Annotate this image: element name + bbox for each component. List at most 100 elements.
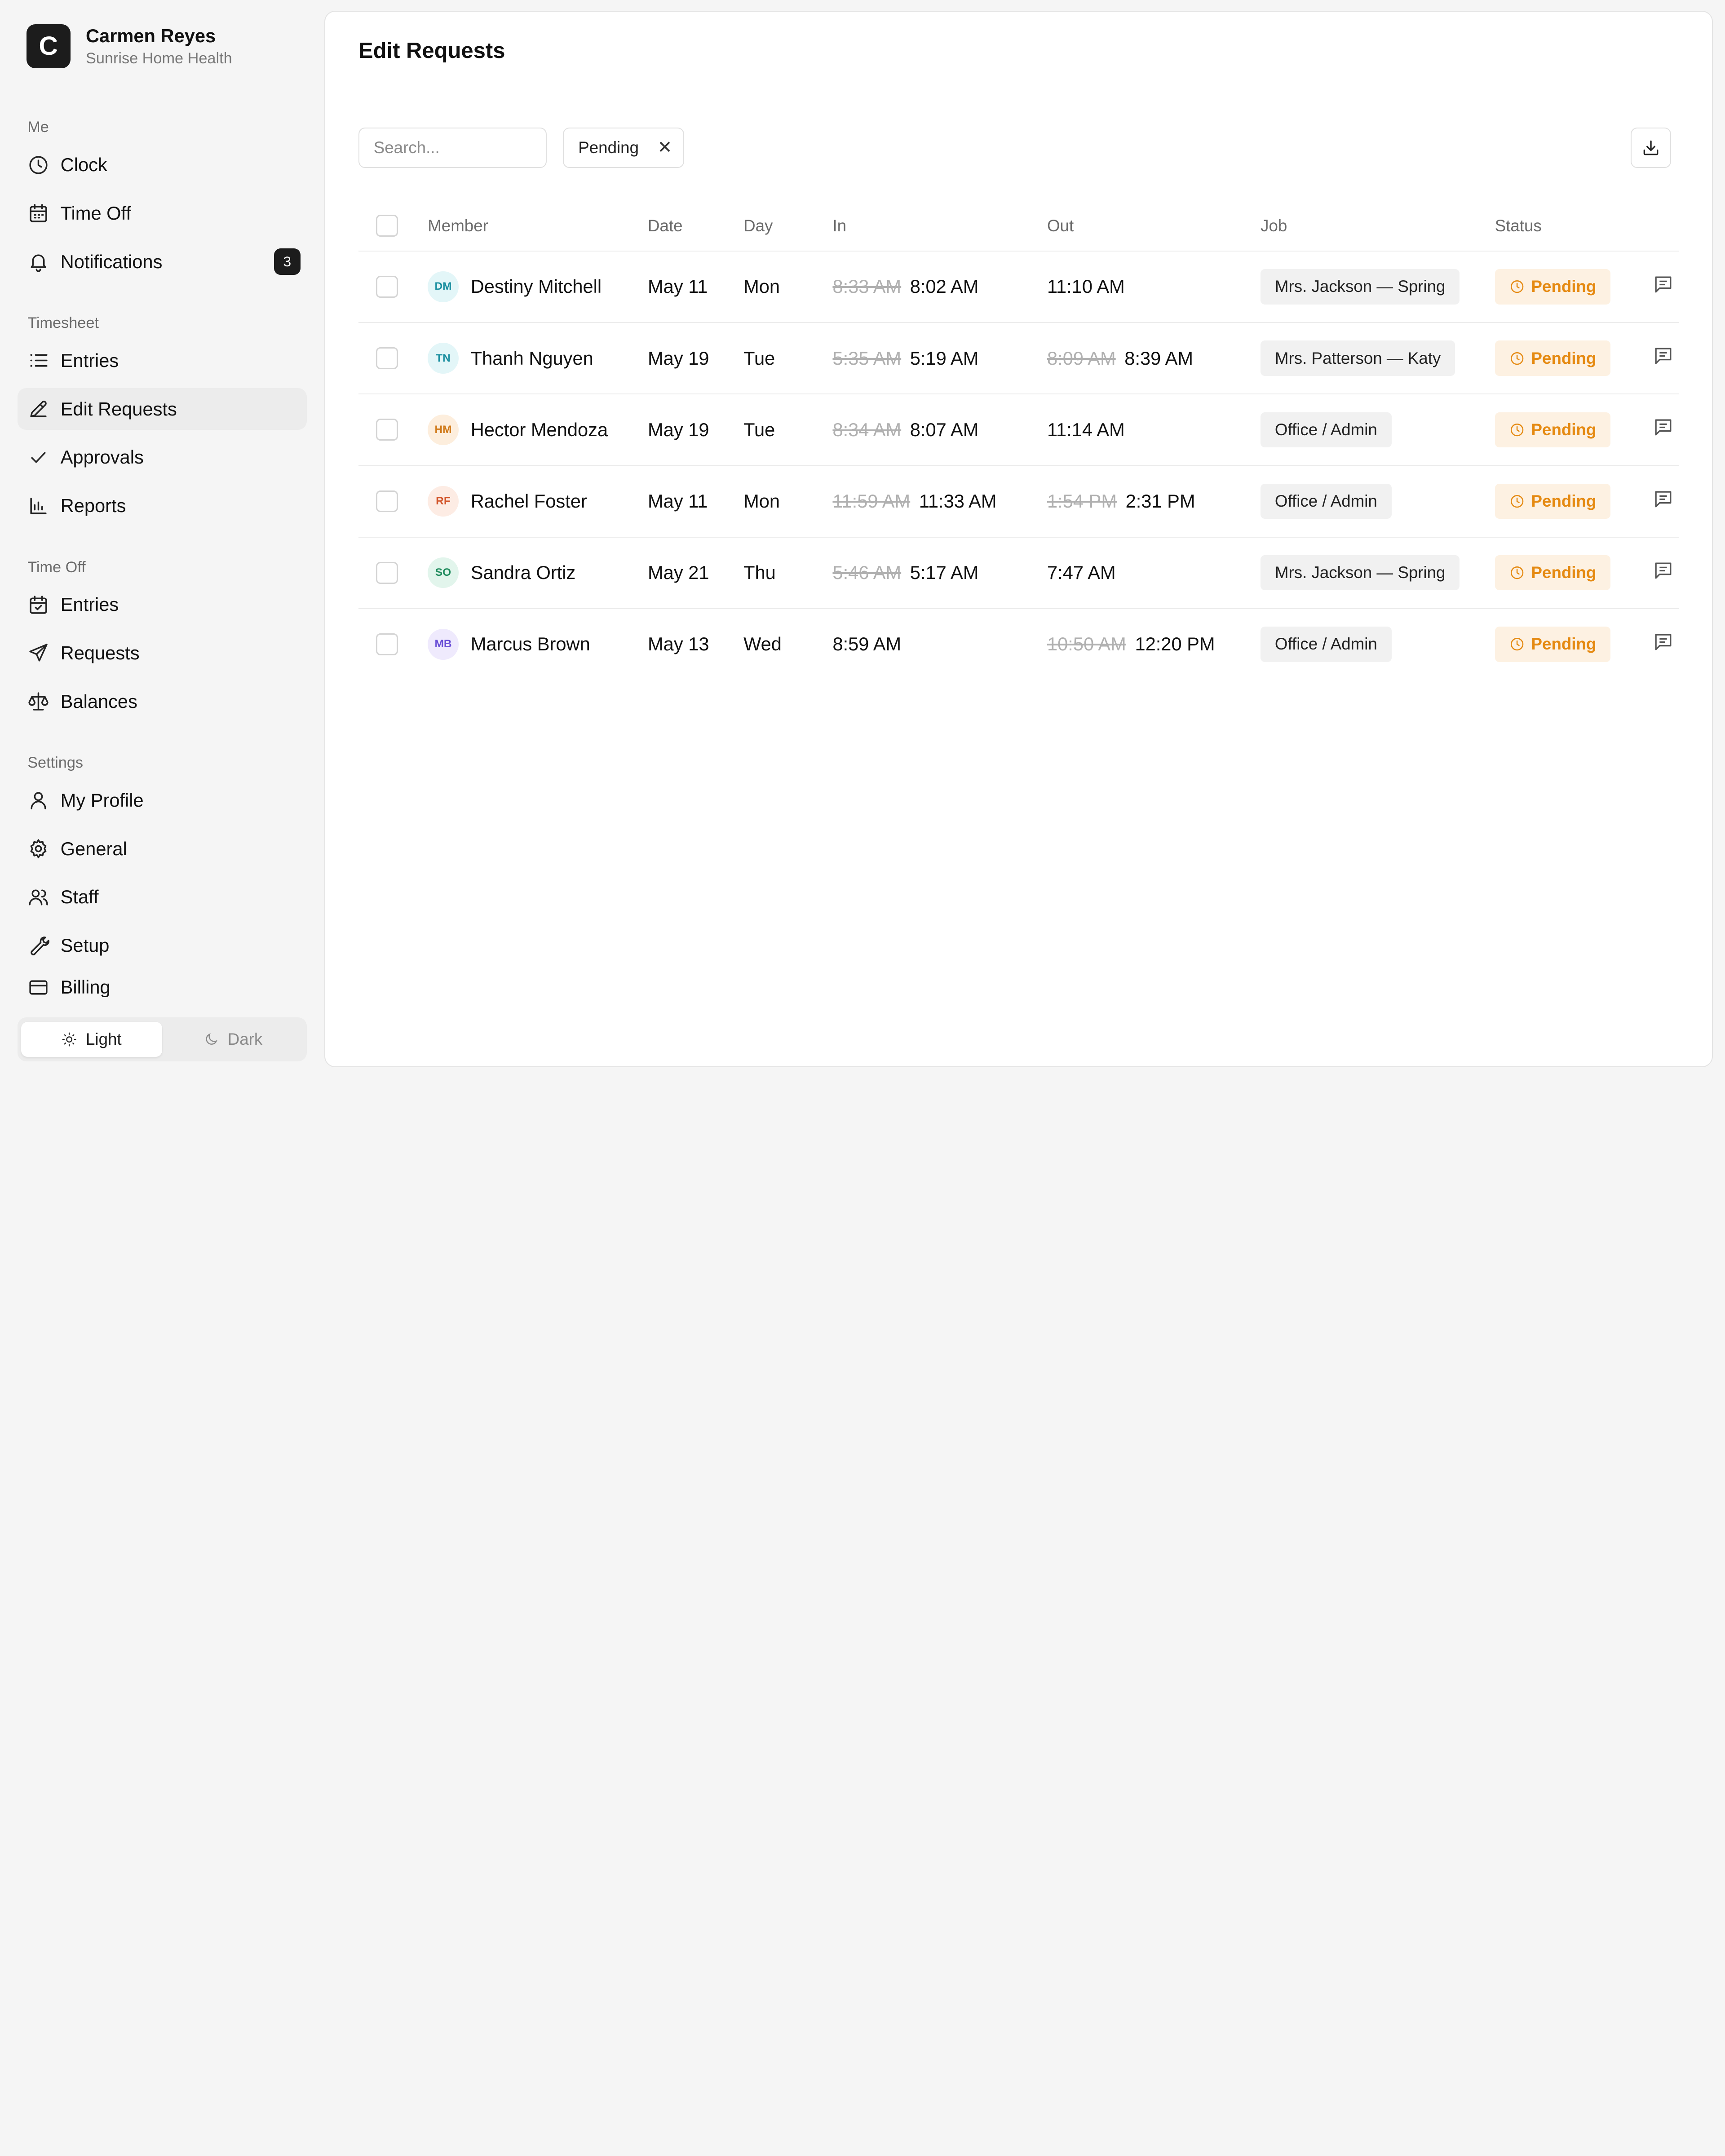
users-icon	[29, 889, 48, 906]
sidebar-item-label: Balances	[60, 690, 137, 712]
sidebar-item-general[interactable]: General	[18, 828, 307, 870]
status-label: Pending	[1531, 563, 1597, 582]
dark-theme-label: Dark	[227, 1030, 263, 1049]
sidebar-item-setup[interactable]: Setup	[18, 925, 307, 967]
brand-header[interactable]: C Carmen Reyes Sunrise Home Health	[18, 0, 307, 93]
main-panel: Edit Requests Pending ✕ Member Date Day …	[324, 11, 1713, 1067]
column-header-status[interactable]: Status	[1495, 216, 1542, 235]
original-clock-out: 1:54 PM	[1047, 490, 1117, 512]
search-input[interactable]	[358, 127, 547, 168]
export-button[interactable]	[1630, 127, 1672, 168]
sidebar-item-time-off[interactable]: Time Off	[18, 192, 307, 234]
bell-icon	[31, 254, 46, 272]
dark-theme-button[interactable]: Dark	[162, 1022, 304, 1057]
original-clock-out: 10:50 AM	[1047, 633, 1126, 655]
filter-chip-label: Pending	[578, 138, 639, 157]
close-icon[interactable]: ✕	[658, 137, 672, 158]
clock-out-cell: 11:10 AM	[1047, 276, 1125, 297]
avatar: RF	[428, 486, 459, 517]
sidebar-item-approvals[interactable]: Approvals	[18, 437, 307, 478]
clock-out-cell: 7:47 AM	[1047, 562, 1116, 583]
row-checkbox[interactable]	[376, 633, 398, 655]
check-icon	[31, 452, 46, 463]
date-cell: May 11	[648, 490, 708, 512]
sidebar-item-label: General	[60, 838, 127, 859]
requested-clock-out: 8:39 AM	[1124, 347, 1194, 369]
comment-button[interactable]	[1652, 560, 1674, 586]
clock-in-cell: 8:59 AM	[832, 633, 901, 655]
comment-button[interactable]	[1652, 416, 1674, 443]
wrench-icon	[31, 936, 50, 955]
status-badge: Pending	[1495, 555, 1611, 591]
sidebar-item-timesheet-entries[interactable]: Entries	[18, 340, 307, 381]
scale-icon	[28, 692, 49, 711]
clock-out-cell: 10:50 AM 12:20 PM	[1047, 633, 1215, 655]
table-row[interactable]: HM Hector Mendoza May 19 Tue 8:34 AM 8:07 AM 1…	[358, 393, 1679, 465]
sidebar-item-time-off-entries[interactable]: Entries	[18, 584, 307, 626]
column-header-in[interactable]: In	[832, 216, 846, 235]
notification-count-badge: 3	[274, 248, 301, 275]
sidebar-item-notifications[interactable]: Notifications 3	[18, 241, 307, 283]
row-checkbox[interactable]	[376, 276, 398, 298]
column-header-day[interactable]: Day	[743, 216, 773, 235]
sidebar-item-clock[interactable]: Clock	[18, 144, 307, 186]
date-cell: May 19	[648, 419, 709, 440]
requested-clock-out: 12:20 PM	[1135, 633, 1215, 655]
comment-button[interactable]	[1652, 631, 1674, 658]
download-icon	[1643, 140, 1659, 155]
column-header-job[interactable]: Job	[1261, 216, 1287, 235]
day-cell: Tue	[743, 347, 775, 369]
sidebar-item-my-profile[interactable]: My Profile	[18, 779, 307, 821]
member-cell: RF Rachel Foster	[428, 486, 587, 517]
clock-in-cell: 8:34 AM 8:07 AM	[832, 419, 978, 441]
sidebar-item-label: Billing	[60, 976, 111, 998]
row-checkbox[interactable]	[376, 347, 398, 370]
member-cell: TN Thanh Nguyen	[428, 343, 593, 374]
original-clock-in: 8:33 AM	[832, 276, 902, 297]
sidebar-item-balances[interactable]: Balances	[18, 680, 307, 722]
job-cell: Mrs. Jackson — Spring	[1261, 555, 1460, 591]
column-header-member[interactable]: Member	[428, 216, 488, 235]
table-row[interactable]: MB Marcus Brown May 13 Wed 8:59 AM 10:50 AM 12…	[358, 608, 1679, 680]
page-title: Edit Requests	[358, 39, 505, 63]
comment-button[interactable]	[1652, 488, 1674, 515]
message-icon	[1655, 562, 1672, 579]
table-row[interactable]: TN Thanh Nguyen May 19 Tue 5:35 AM 5:19 AM 8:0…	[358, 322, 1679, 393]
row-checkbox[interactable]	[376, 419, 398, 441]
sidebar-item-staff[interactable]: Staff	[18, 876, 307, 918]
comment-button[interactable]	[1652, 274, 1674, 300]
clock-icon	[1510, 423, 1523, 436]
original-clock-out: 8:09 AM	[1047, 347, 1116, 369]
sidebar-item-billing[interactable]: Billing	[18, 973, 307, 997]
sidebar-item-requests[interactable]: Requests	[18, 632, 307, 674]
requested-clock-in: 8:59 AM	[832, 633, 902, 655]
sidebar-item-reports[interactable]: Reports	[18, 485, 307, 526]
calendar-check-icon	[30, 596, 47, 614]
table-row[interactable]: SO Sandra Ortiz May 21 Thu 5:46 AM 5:17 AM 7:4…	[358, 536, 1679, 608]
requested-clock-in: 5:19 AM	[910, 347, 979, 369]
sidebar-item-edit-requests[interactable]: Edit Requests	[18, 388, 307, 430]
sidebar-item-label: Entries	[60, 594, 119, 615]
table-row[interactable]: RF Rachel Foster May 11 Mon 11:59 AM 11:33 AM…	[358, 465, 1679, 536]
light-theme-button[interactable]: Light	[21, 1022, 163, 1057]
status-filter-chip[interactable]: Pending ✕	[563, 127, 684, 168]
member-cell: DM Destiny Mitchell	[428, 271, 602, 302]
message-icon	[1655, 276, 1672, 293]
job-tag: Office / Admin	[1261, 483, 1392, 519]
row-checkbox[interactable]	[376, 490, 398, 512]
comment-button[interactable]	[1652, 345, 1674, 371]
member-name: Rachel Foster	[470, 490, 587, 512]
column-header-out[interactable]: Out	[1047, 216, 1074, 235]
section-label-me: Me	[27, 119, 49, 136]
bar-chart-icon	[30, 497, 47, 514]
select-all-checkbox[interactable]	[376, 215, 398, 237]
pencil-icon	[30, 401, 47, 417]
section-label-timesheet: Timesheet	[27, 314, 99, 332]
requested-clock-in: 8:07 AM	[910, 419, 979, 440]
column-header-date[interactable]: Date	[648, 216, 683, 235]
table-row[interactable]: DM Destiny Mitchell May 11 Mon 8:33 AM 8:02 A…	[358, 250, 1679, 322]
clock-icon	[1510, 495, 1523, 508]
day-cell: Wed	[743, 633, 782, 655]
row-checkbox[interactable]	[376, 561, 398, 584]
status-cell: Pending	[1495, 412, 1611, 447]
